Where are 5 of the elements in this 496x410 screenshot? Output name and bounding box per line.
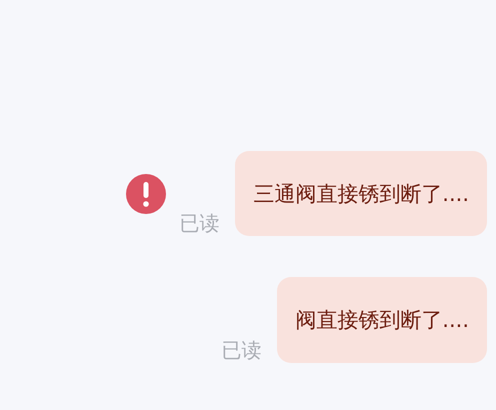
read-status: 已读	[221, 340, 262, 360]
message-bubble: 阀直接锈到断了....	[277, 277, 487, 363]
read-status: 已读	[179, 213, 220, 234]
error-icon[interactable]	[126, 174, 166, 214]
message-bubble: 三通阀直接锈到断了....	[235, 151, 487, 236]
